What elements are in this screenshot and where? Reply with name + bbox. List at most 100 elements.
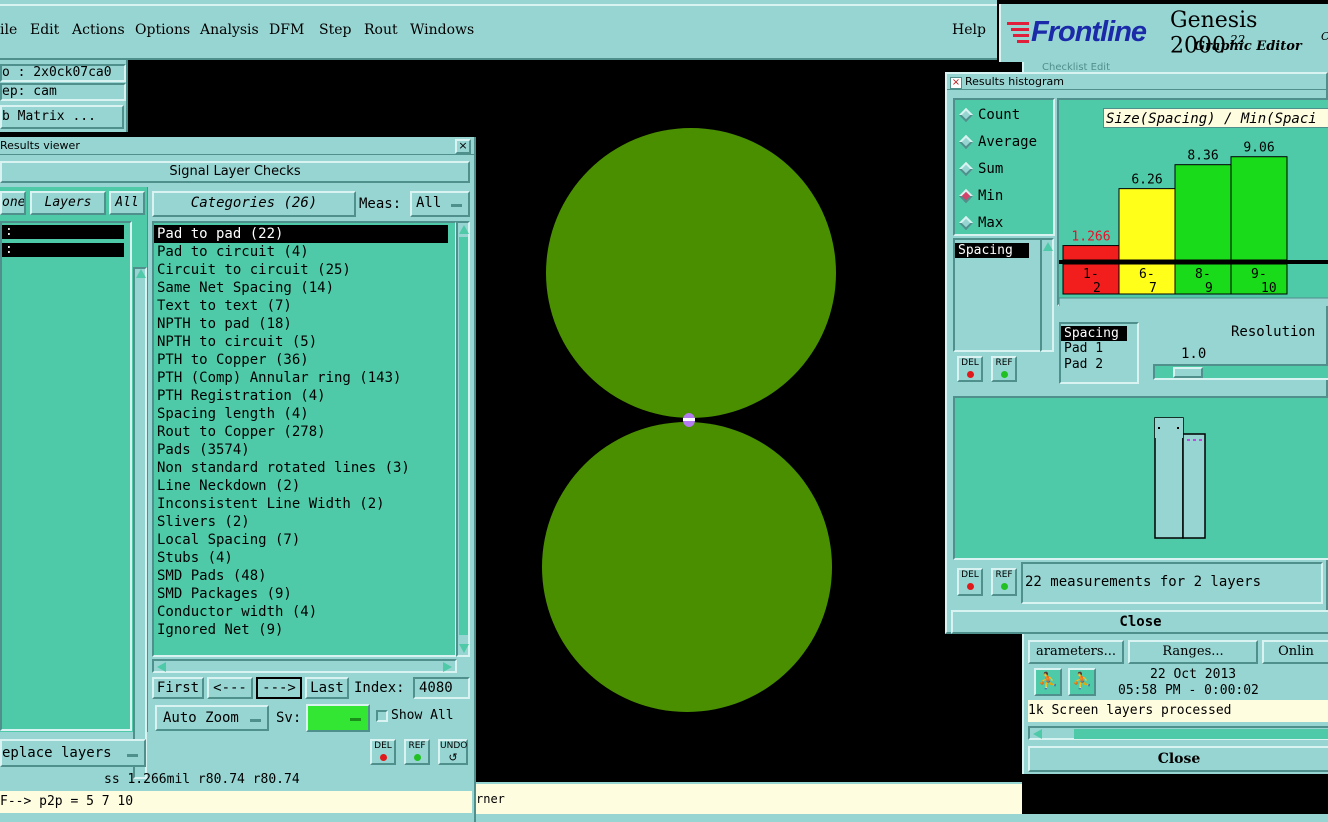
layers-scrollbar[interactable] xyxy=(133,267,147,779)
ranges-button[interactable]: Ranges... xyxy=(1128,640,1258,664)
menu-analysis[interactable]: Analysis xyxy=(200,22,259,38)
menu-actions[interactable]: Actions xyxy=(72,22,125,38)
layer-row[interactable]: : xyxy=(2,225,124,239)
show-all-checkbox[interactable] xyxy=(376,710,388,722)
none-button[interactable]: one xyxy=(0,191,26,215)
menu-edit[interactable]: Edit xyxy=(30,22,59,38)
close-icon[interactable]: × xyxy=(950,77,962,89)
layers-button[interactable]: Layers xyxy=(30,191,106,215)
category-item[interactable]: Stubs (4) xyxy=(154,549,455,567)
pad-top[interactable] xyxy=(546,128,836,418)
prev-button[interactable]: <--- xyxy=(207,677,253,699)
graphic-canvas[interactable] xyxy=(476,62,946,782)
menu-windows[interactable]: Windows xyxy=(410,22,474,38)
spacing-scrollbar[interactable] xyxy=(1040,238,1054,352)
category-item[interactable]: Ignored Net (9) xyxy=(154,621,455,639)
delete-icon[interactable]: DEL xyxy=(957,356,983,382)
mode-radio-max[interactable]: Max xyxy=(958,213,1003,233)
category-item[interactable]: Circuit to circuit (25) xyxy=(154,261,455,279)
category-item[interactable]: Spacing length (4) xyxy=(154,405,455,423)
resolution-value: 1.0 xyxy=(1181,346,1207,362)
parameters-button[interactable]: arameters... xyxy=(1028,640,1124,664)
list-item[interactable]: Pad 2 xyxy=(1061,357,1137,373)
category-item[interactable]: Same Net Spacing (14) xyxy=(154,279,455,297)
mode-radio-count[interactable]: Count xyxy=(958,105,1020,125)
delete-icon[interactable]: DEL xyxy=(957,568,983,596)
menubar: ile Edit Actions Options Analysis DFM St… xyxy=(0,0,997,60)
last-button[interactable]: Last xyxy=(305,677,349,699)
all-layers-button[interactable]: All xyxy=(109,191,145,215)
matrix-button[interactable]: b Matrix ... xyxy=(0,105,124,129)
menu-file[interactable]: ile xyxy=(0,22,17,38)
menu-rout[interactable]: Rout xyxy=(364,22,398,38)
category-item[interactable]: SMD Packages (9) xyxy=(154,585,455,603)
categories-scrollbar[interactable] xyxy=(456,221,470,657)
category-item[interactable]: PTH (Comp) Annular ring (143) xyxy=(154,369,455,387)
reference-icon[interactable]: REF xyxy=(991,568,1017,596)
stop-run-icon[interactable]: ⛹ xyxy=(1068,668,1096,696)
run-icon[interactable]: ⛹ xyxy=(1034,668,1062,696)
radio-diamond-icon xyxy=(958,161,974,177)
delete-icon[interactable]: DEL xyxy=(370,739,396,765)
reference-icon[interactable]: REF xyxy=(991,356,1017,382)
menu-help[interactable]: Help xyxy=(952,22,986,38)
index-input[interactable]: 4080 xyxy=(413,677,470,699)
meas-dropdown[interactable]: All xyxy=(410,191,470,217)
undo-icon[interactable]: UNDO ↺ xyxy=(438,739,468,765)
category-item[interactable]: NPTH to pad (18) xyxy=(154,315,455,333)
first-button[interactable]: First xyxy=(152,677,204,699)
category-item[interactable]: Conductor width (4) xyxy=(154,603,455,621)
list-item[interactable]: Spacing xyxy=(955,243,1029,258)
attribute-list[interactable]: Spacing Pad 1 Pad 2 xyxy=(1059,322,1139,384)
layers-list[interactable]: : : xyxy=(0,221,132,731)
categories-list[interactable]: Pad to pad (22) Pad to circuit (4) Circuit… xyxy=(152,221,457,657)
checklist-hscrollbar[interactable] xyxy=(1028,726,1328,740)
mode-radio-sum[interactable]: Sum xyxy=(958,159,1003,179)
command-line[interactable]: F--> p2p = 5 7 10 xyxy=(0,791,472,813)
category-item[interactable]: Pad to circuit (4) xyxy=(154,243,455,261)
mode-radio-min[interactable]: Min xyxy=(958,186,1003,206)
category-item[interactable]: Text to text (7) xyxy=(154,297,455,315)
histogram-close-button[interactable]: Close xyxy=(951,610,1328,634)
histogram-bar[interactable] xyxy=(1118,188,1176,261)
category-item[interactable]: Local Spacing (7) xyxy=(154,531,455,549)
category-item[interactable]: Rout to Copper (278) xyxy=(154,423,455,441)
slider-handle[interactable] xyxy=(1173,367,1203,378)
category-item[interactable]: Non standard rotated lines (3) xyxy=(154,459,455,477)
sv-color-dropdown[interactable] xyxy=(306,704,370,732)
category-item[interactable]: Inconsistent Line Width (2) xyxy=(154,495,455,513)
replace-layers-dropdown[interactable]: eplace layers xyxy=(0,739,146,767)
list-item[interactable]: Pad 1 xyxy=(1061,341,1137,357)
pad-bottom[interactable] xyxy=(542,422,832,712)
category-item[interactable]: NPTH to circuit (5) xyxy=(154,333,455,351)
category-item[interactable]: PTH Registration (4) xyxy=(154,387,455,405)
next-button[interactable]: ---> xyxy=(256,677,302,699)
category-item[interactable]: PTH to Copper (36) xyxy=(154,351,455,369)
menu-step[interactable]: Step xyxy=(319,22,351,38)
histogram-baseline xyxy=(1059,260,1328,264)
checklist-close-button[interactable]: Close xyxy=(1028,746,1328,772)
category-item[interactable]: Pads (3574) xyxy=(154,441,455,459)
histogram-bar[interactable] xyxy=(1174,164,1232,261)
histogram-bar[interactable] xyxy=(1062,245,1120,261)
categories-hscrollbar[interactable] xyxy=(152,659,457,673)
close-icon[interactable]: × xyxy=(455,139,471,154)
histogram-bar[interactable] xyxy=(1230,156,1288,261)
category-item[interactable]: Slivers (2) xyxy=(154,513,455,531)
layer-row[interactable]: : xyxy=(2,243,124,257)
category-item[interactable]: SMD Pads (48) xyxy=(154,567,455,585)
category-item[interactable]: Line Neckdown (2) xyxy=(154,477,455,495)
menu-options[interactable]: Options xyxy=(135,22,190,38)
reference-icon[interactable]: REF xyxy=(404,739,430,765)
auto-zoom-dropdown[interactable]: Auto Zoom xyxy=(155,705,269,731)
category-item[interactable]: Pad to pad (22) xyxy=(154,225,448,243)
menu-dfm[interactable]: DFM xyxy=(269,22,304,38)
mode-radio-average[interactable]: Average xyxy=(958,132,1037,152)
online-button[interactable]: Onlin xyxy=(1262,640,1328,664)
radio-diamond-icon xyxy=(958,107,974,123)
histogram-hscrollbar[interactable] xyxy=(1059,297,1328,306)
categories-button[interactable]: Categories (26) xyxy=(152,191,356,217)
spacing-layer-list[interactable]: Spacing xyxy=(953,238,1049,352)
resolution-slider[interactable] xyxy=(1153,364,1328,380)
list-item[interactable]: Spacing xyxy=(1061,326,1127,341)
